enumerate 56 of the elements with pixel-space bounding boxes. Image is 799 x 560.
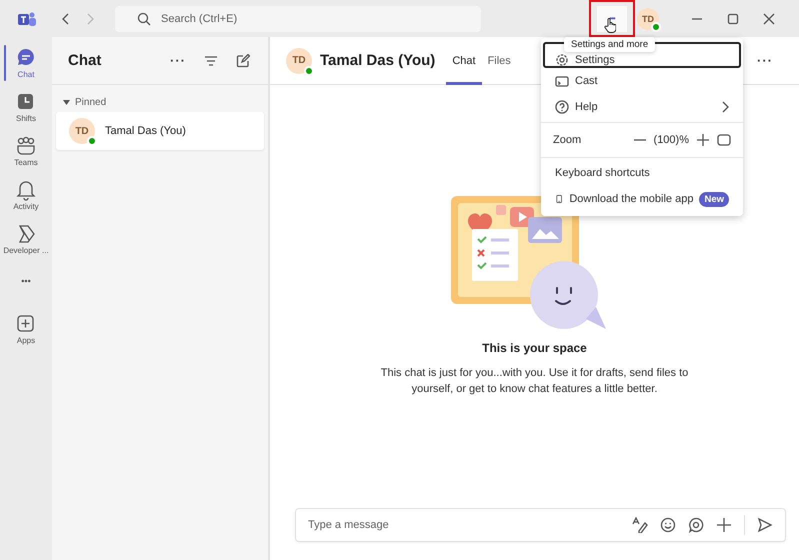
message-field[interactable]: Type a message: [295, 508, 786, 542]
chevron-right-icon: [721, 101, 729, 113]
pinned-label[interactable]: Pinned: [75, 97, 106, 108]
presence-dot: [304, 66, 314, 76]
new-chat-icon[interactable]: [236, 54, 250, 68]
presence-dot: [87, 136, 97, 146]
user-avatar[interactable]: TD: [637, 8, 659, 30]
empty-state-text: This chat is just for you...with you. Use it for drafts, send files to yourself, or get to know chat features a little better.: [380, 366, 690, 397]
chat-item[interactable]: TD Tamal Das (You): [56, 112, 264, 150]
presence-dot: [651, 22, 661, 32]
fullscreen-icon[interactable]: [717, 134, 731, 146]
avatar: TD: [286, 48, 312, 74]
menu-item[interactable]: Help: [543, 94, 741, 120]
tab[interactable]: Files: [482, 36, 517, 84]
bell-icon: [15, 179, 37, 201]
filter-icon[interactable]: [204, 54, 218, 66]
add-icon[interactable]: [716, 517, 732, 533]
close-icon[interactable]: [763, 12, 775, 24]
contact-name: Tamal Das (You): [105, 125, 186, 137]
zoom-label: Zoom: [553, 134, 582, 146]
menu-item[interactable]: Keyboard shortcuts: [543, 160, 741, 186]
help-icon: [555, 100, 569, 114]
app-bar-item[interactable]: Developer ...: [0, 217, 52, 261]
app-bar-item[interactable]: Apps: [0, 307, 52, 351]
empty-state-heading: This is your space: [482, 341, 587, 355]
app-bar-item[interactable]: Activity: [0, 173, 52, 217]
emoji-icon[interactable]: [660, 517, 676, 533]
menu-item[interactable]: Download the mobile app New: [543, 186, 741, 212]
maximize-icon[interactable]: [727, 12, 739, 24]
app-bar-item[interactable]: Shifts: [0, 85, 52, 129]
format-icon[interactable]: [632, 517, 648, 533]
chat-title: Chat: [68, 52, 102, 69]
search-field[interactable]: Search (Ctrl+E): [115, 6, 481, 32]
conversation-title: Tamal Das (You): [320, 52, 436, 69]
teams-logo-icon[interactable]: [17, 10, 37, 28]
send-icon[interactable]: [757, 517, 773, 533]
search-icon: [137, 12, 151, 26]
cast-icon: [555, 74, 569, 88]
more-options-button[interactable]: ···: [757, 53, 773, 68]
hand-cursor-icon: [604, 17, 616, 33]
app-bar-item[interactable]: Chat: [0, 41, 52, 85]
app-bar-item[interactable]: Teams: [0, 129, 52, 173]
avatar: TD: [69, 118, 95, 144]
people-icon: [15, 135, 37, 157]
more-options-button[interactable]: ···: [170, 53, 186, 68]
caret-icon[interactable]: [63, 100, 70, 105]
zoom-value: (100)%: [654, 134, 689, 146]
tab[interactable]: Chat: [446, 36, 482, 84]
tooltip: Settings and more: [564, 37, 656, 52]
phone-icon: [555, 192, 564, 206]
menu-item[interactable]: Cast: [543, 68, 741, 94]
gear-icon: [555, 52, 569, 66]
more-apps-button[interactable]: •••: [6, 261, 46, 301]
new-badge: New: [699, 192, 729, 206]
zoom-in-icon[interactable]: [697, 134, 709, 146]
sticker-icon[interactable]: [688, 517, 704, 533]
